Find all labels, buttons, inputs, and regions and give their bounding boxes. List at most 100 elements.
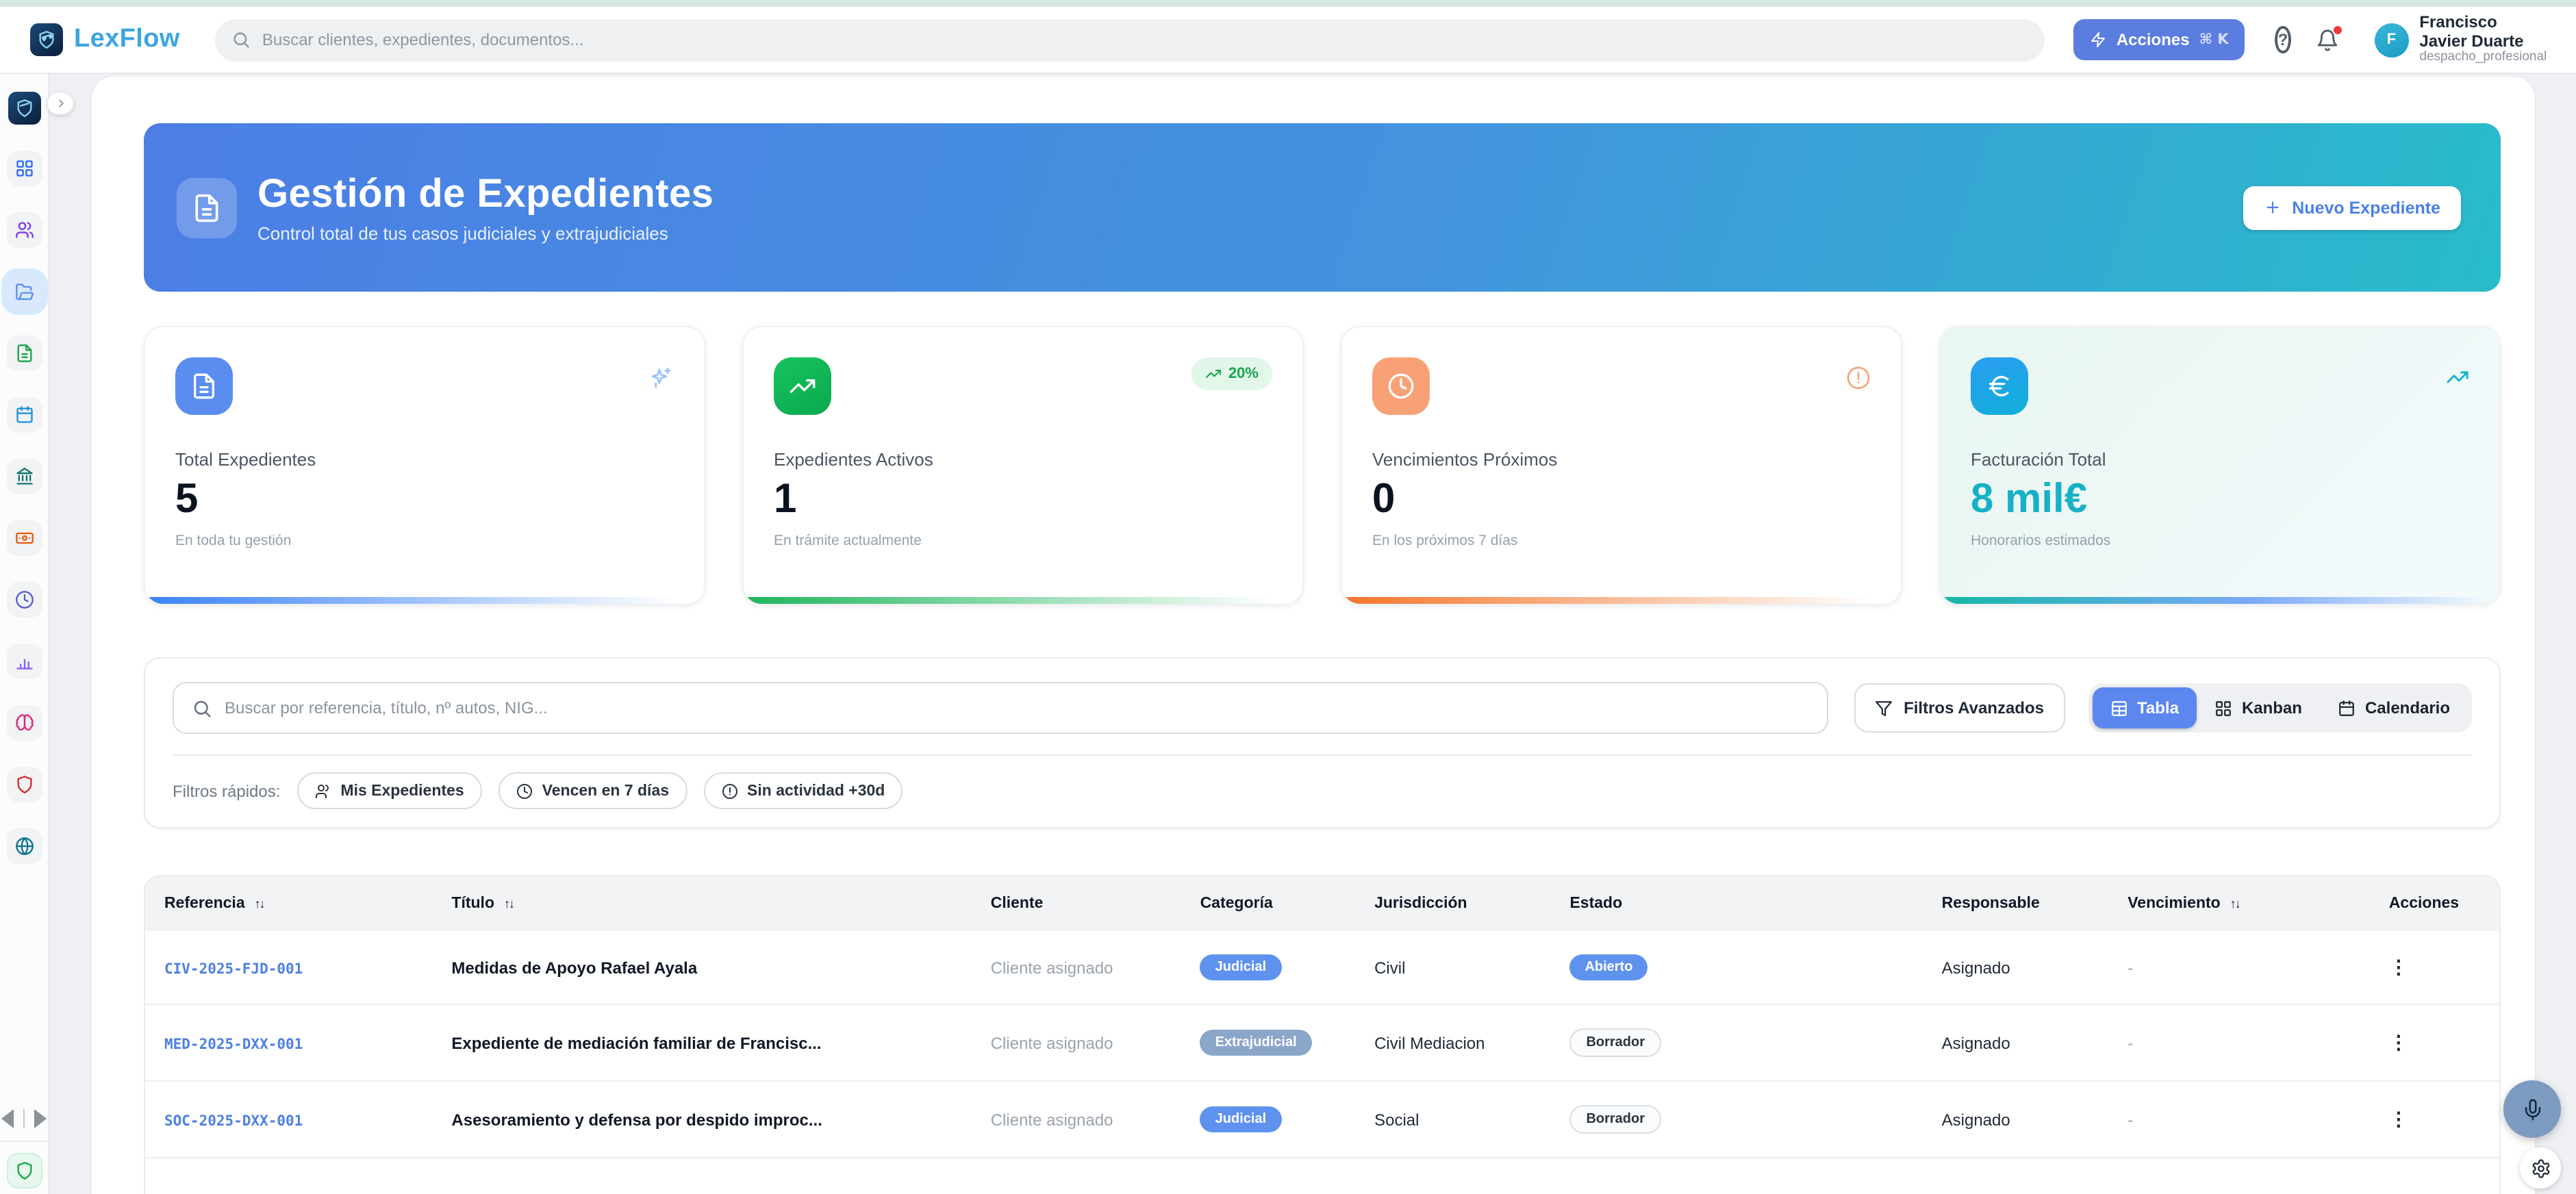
cell-cliente: Cliente asignado: [972, 1081, 1181, 1158]
cell-estado: Borrador: [1550, 1081, 1922, 1158]
filter-icon: [1875, 699, 1893, 717]
page-title: Gestión de Expedientes: [257, 172, 714, 217]
user-menu[interactable]: Francisco Javier Duarte despacho_profesi…: [2419, 13, 2547, 66]
stat-sub: En los próximos 7 días: [1372, 533, 1871, 549]
folder-open-icon: [14, 282, 34, 301]
case-reference-link[interactable]: CIV-2025-FJD-001: [164, 961, 303, 977]
sidebar-item-clients[interactable]: [6, 212, 42, 248]
global-search-placeholder: Buscar clientes, expedientes, documentos…: [262, 30, 584, 49]
sidebar-item-courts[interactable]: [6, 459, 42, 494]
notification-dot: [2332, 24, 2343, 35]
quick-filter-vencen-7-dias[interactable]: Vencen en 7 días: [498, 772, 687, 809]
stat-accent-bar: [1941, 597, 2499, 604]
cell-jurisdiccion: Civil: [1355, 931, 1550, 1004]
cell-cliente: Cliente asignado: [972, 1004, 1181, 1081]
sidebar-item-time-tracking[interactable]: [6, 582, 42, 618]
column-header-referencia[interactable]: Referencia↑↓: [145, 876, 432, 931]
notifications-button[interactable]: [2315, 28, 2338, 51]
column-label: Vencimiento: [2127, 896, 2221, 912]
sidebar-item-security[interactable]: [6, 767, 42, 802]
sidebar-bottom: [0, 1100, 48, 1194]
cell-responsable: Asignado: [1923, 1081, 2109, 1158]
next-icon[interactable]: [34, 1109, 47, 1128]
user-org: despacho_profesional: [2419, 51, 2547, 66]
sidebar-expand-button[interactable]: [47, 92, 74, 115]
global-search-input[interactable]: Buscar clientes, expedientes, documentos…: [216, 18, 2045, 61]
sort-icon[interactable]: ↑↓: [2230, 897, 2240, 911]
security-status-button[interactable]: [6, 1153, 42, 1189]
column-label: Jurisdicción: [1374, 896, 1467, 912]
clock-icon: [1372, 357, 1430, 415]
sidebar-item-expedientes[interactable]: [6, 274, 42, 309]
stat-label: Expedientes Activos: [774, 449, 1272, 470]
case-reference-link[interactable]: SOC-2025-DXX-001: [164, 1113, 303, 1129]
categoria-badge: Judicial: [1200, 954, 1282, 980]
brand-logo[interactable]: [30, 23, 63, 56]
view-tab-kanban[interactable]: Kanban: [2197, 687, 2320, 728]
row-actions-menu-button[interactable]: ⋮: [2389, 1109, 2408, 1128]
stat-card-vencimientos: Vencimientos Próximos 0 En los próximos …: [1341, 326, 1902, 605]
cell-referencia: CIV-2025-FJD-001: [145, 931, 432, 1004]
actions-label: Acciones: [2117, 30, 2190, 49]
cell-responsable: Asignado: [1923, 1004, 2109, 1081]
column-label: Categoría: [1200, 896, 1273, 912]
quick-filter-sin-actividad[interactable]: Sin actividad +30d: [703, 772, 902, 809]
table-row[interactable]: SOC-2025-DXX-001Asesoramiento y defensa …: [145, 1081, 2499, 1158]
cell-vencimiento: -: [2108, 1004, 2370, 1081]
settings-fab[interactable]: [2520, 1147, 2561, 1189]
sidebar-nav: [6, 151, 42, 864]
stat-accent-bar: [744, 597, 1302, 604]
cell-titulo: Medidas de Apoyo Rafael Ayala: [432, 931, 971, 1004]
sidebar-item-ai-assistant[interactable]: [6, 705, 42, 741]
advanced-filters-button[interactable]: Filtros Avanzados: [1854, 683, 2064, 733]
view-tab-tabla[interactable]: Tabla: [2092, 687, 2197, 728]
user-icon: [314, 783, 331, 799]
grid-icon: [14, 159, 34, 178]
calendar-icon: [14, 405, 34, 424]
cell-categoria: Extrajudicial: [1181, 1004, 1355, 1081]
history-pager: [0, 1100, 48, 1142]
help-icon[interactable]: ?: [2275, 26, 2291, 53]
view-toggle: Tabla Kanban Calenda: [2088, 683, 2472, 733]
new-expediente-button[interactable]: Nuevo Expediente: [2243, 186, 2461, 229]
stat-label: Facturación Total: [1971, 449, 2469, 470]
sidebar-item-portal[interactable]: [6, 828, 42, 864]
window-top-strip: [0, 0, 2576, 7]
search-icon: [232, 30, 251, 49]
sidebar-logo[interactable]: [8, 92, 40, 125]
view-tab-calendario[interactable]: Calendario: [2320, 687, 2468, 728]
filters-panel: Buscar por referencia, título, nº autos,…: [144, 657, 2501, 828]
microphone-fab[interactable]: [2503, 1080, 2561, 1138]
file-text-icon: [14, 344, 34, 363]
cell-vencimiento: -: [2108, 931, 2370, 1004]
cell-estado: Abierto: [1550, 931, 1922, 1004]
column-label: Acciones: [2389, 896, 2459, 912]
alert-circle-icon: [1846, 366, 1871, 390]
sidebar-item-documents[interactable]: [6, 335, 42, 371]
expedientes-table: Referencia↑↓Título↑↓ClienteCategoríaJuri…: [144, 875, 2501, 1194]
stat-value: 8 mil€: [1971, 479, 2469, 520]
sidebar-item-billing[interactable]: [6, 520, 42, 556]
shield-check-icon: [14, 1161, 34, 1180]
case-reference-link[interactable]: MED-2025-DXX-001: [164, 1036, 303, 1052]
sort-icon[interactable]: ↑↓: [504, 897, 514, 911]
row-actions-menu-button[interactable]: ⋮: [2389, 1032, 2408, 1052]
column-header-titulo[interactable]: Título↑↓: [432, 876, 971, 931]
column-header-vencimiento[interactable]: Vencimiento ↑↓: [2108, 876, 2370, 931]
prev-icon[interactable]: [1, 1109, 14, 1128]
table-row[interactable]: CIV-2025-FJD-001 Medidas de Apoyo Rafael …: [145, 931, 2499, 1004]
sidebar-item-dashboard[interactable]: [6, 151, 42, 186]
table-row[interactable]: MED-2025-DXX-001Expediente de mediación …: [145, 1004, 2499, 1081]
expedientes-search-input[interactable]: Buscar por referencia, título, nº autos,…: [173, 682, 1828, 734]
avatar[interactable]: F: [2374, 23, 2408, 57]
actions-button[interactable]: Acciones ⌘ K: [2074, 19, 2245, 60]
expedientes-search-placeholder: Buscar por referencia, título, nº autos,…: [225, 698, 548, 717]
quick-filter-mis-expedientes[interactable]: Mis Expedientes: [296, 772, 481, 809]
row-actions-menu-button[interactable]: ⋮: [2389, 957, 2408, 976]
cell-cliente: Cliente asignado: [972, 931, 1181, 1004]
sidebar-item-analytics[interactable]: [6, 644, 42, 679]
stat-card-facturacion: Facturación Total 8 mil€ Honorarios esti…: [1939, 326, 2501, 605]
sort-icon[interactable]: ↑↓: [255, 897, 264, 911]
sidebar-item-calendar[interactable]: [6, 397, 42, 433]
quick-filters-label: Filtros rápidos:: [173, 781, 280, 800]
